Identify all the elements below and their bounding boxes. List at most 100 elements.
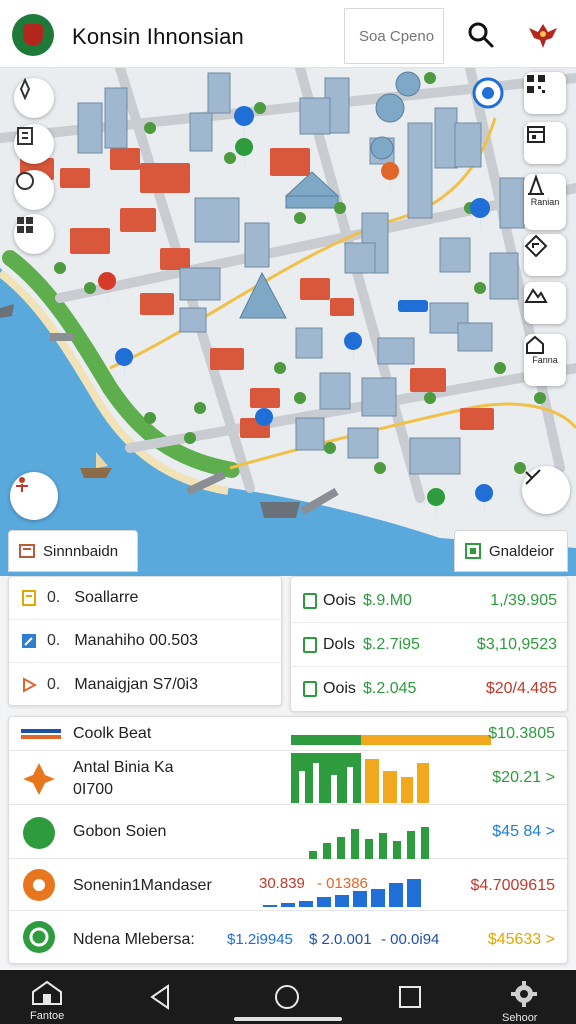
item-name: Ndena Mlebersa: [73,931,195,948]
green-circle-icon [23,817,55,849]
grid-view-button[interactable] [14,214,54,254]
route-button[interactable] [522,466,570,514]
row-label: Manaigjan S7/0i3 [74,675,198,693]
bar-sparkline [309,827,429,859]
place-label: Fanna [532,355,558,365]
item-name: Antal Binia Ka [73,759,174,776]
bottom-navigation: Fantoe Sehoor [0,970,576,1024]
places-list: Coolk Beat $10.3805 Antal Binia Ka 0I700… [8,716,568,964]
back-triangle-icon [150,984,169,1010]
row-index: 0. [47,632,61,649]
place-button[interactable]: Fanna [524,334,566,386]
shape-icon [16,172,34,190]
home-nav-button[interactable] [30,980,64,1011]
search-icon[interactable] [466,20,496,50]
checkbox-icon[interactable] [303,637,317,653]
summary-panel: 0. Soallarre 0. Manahiho 00.503 0. Manai… [8,576,282,706]
stats-label: Oois [323,592,356,609]
guide-icon [465,543,481,559]
item-name: Coolk Beat [73,725,152,742]
list-item[interactable]: Gobon Soien $45 84 > [9,805,567,859]
item-value: $10.3805 [488,725,555,742]
stats-row[interactable]: Oois $.9.M0 1,/39.905 [291,579,567,623]
item-value: $45 84 > [492,823,555,840]
stats-row[interactable]: Dols $.2.7i95 $3,10,9523 [291,623,567,667]
item-name: Sonenin1Mandaser [73,877,212,894]
star-burst-icon [23,763,55,795]
home-nav-label: Fantoe [30,1010,65,1022]
row-index: 0. [47,589,61,606]
home-button[interactable] [274,984,300,1015]
row-label: Manahiho 00.503 [74,632,198,649]
house-icon [526,335,544,354]
app-logo-icon [12,14,54,56]
calendar-icon [527,126,545,143]
tab-guide[interactable]: Gnaldeior [454,530,568,572]
checkbox-icon[interactable] [303,681,317,697]
qr-icon [527,75,545,93]
person-pin-icon [16,477,28,492]
city-map[interactable]: Ranian Fanna [0,68,576,576]
item-stat-b: $ 2.0.001 [309,931,372,948]
item-stat-a: $1.2i9945 [227,931,293,948]
edit-icon [22,634,36,648]
stats-value: $.2.7i95 [363,636,420,653]
list-item[interactable]: Sonenin1Mandaser 30.839 - 01386 $4.70096… [9,859,567,911]
summary-row[interactable]: 0. Manaigjan S7/0i3 [9,663,281,706]
row-label: Soallarre [74,589,139,606]
monument-label: Ranian [530,197,560,207]
item-value: $45633 > [487,931,555,948]
grid-icon [17,217,33,233]
item-value: $20.21 > [492,769,555,786]
area-select-button[interactable] [14,170,54,210]
stats-row[interactable]: Oois $.2.045 $20/4.485 [291,667,567,711]
location-button[interactable] [10,472,58,520]
map-canvas [0,68,576,576]
gear-icon [511,981,537,1007]
tab-summary[interactable]: Sinnnbaidn [8,530,138,572]
recents-button[interactable] [398,985,422,1014]
stats-total: 1,/39.905 [490,592,557,609]
checkbox-icon[interactable] [303,593,317,609]
list-item[interactable]: Coolk Beat $10.3805 [9,717,567,751]
item-subtitle: 0I700 [73,781,114,798]
back-button[interactable] [148,984,172,1015]
app-root: Konsin Ihnonsian Soa Cpeno Ranian Fanna … [0,0,576,1024]
summary-icon [19,544,35,558]
directions-icon [524,234,548,258]
terrain-button[interactable] [524,282,566,324]
item-stat-b: - 01386 [317,875,368,892]
item-stat-c: - 00.0i94 [381,931,440,948]
top-app-bar: Konsin Ihnonsian [0,0,576,68]
bank-logo-icon [21,729,61,739]
play-icon [23,676,37,693]
direction-button[interactable] [524,234,566,276]
stats-label: Dols [323,636,356,653]
monument-button[interactable]: Ranian [524,174,566,230]
refresh-circle-icon [23,921,55,953]
route-icon [525,469,541,485]
progress-bar [291,735,491,745]
home-circle-icon [275,985,299,1009]
building-filter-button[interactable] [14,124,54,164]
garuda-emblem-icon[interactable] [526,18,560,52]
recents-square-icon [399,986,421,1008]
item-stat-a: 30.839 [259,875,305,892]
layers-button[interactable] [14,78,54,118]
mountain-icon [524,288,548,303]
row-index: 0. [47,675,61,693]
stats-value: $.2.045 [363,680,417,697]
calendar-button[interactable] [524,122,566,164]
qr-scan-button[interactable] [524,72,566,114]
settings-nav-button[interactable] [510,980,538,1013]
monument-icon [528,174,544,195]
list-item[interactable]: Ndena Mlebersa: $1.2i9945 $ 2.0.001 - 00… [9,911,567,963]
building-icon [17,127,33,145]
list-item[interactable]: Antal Binia Ka 0I700 $20.21 > [9,751,567,805]
summary-row[interactable]: 0. Soallarre [9,577,281,620]
search-input[interactable] [344,8,444,64]
summary-row[interactable]: 0. Manahiho 00.503 [9,620,281,663]
stats-label: Oois [323,680,356,697]
bar-sparkline [291,753,429,803]
gesture-bar[interactable] [234,1017,342,1021]
